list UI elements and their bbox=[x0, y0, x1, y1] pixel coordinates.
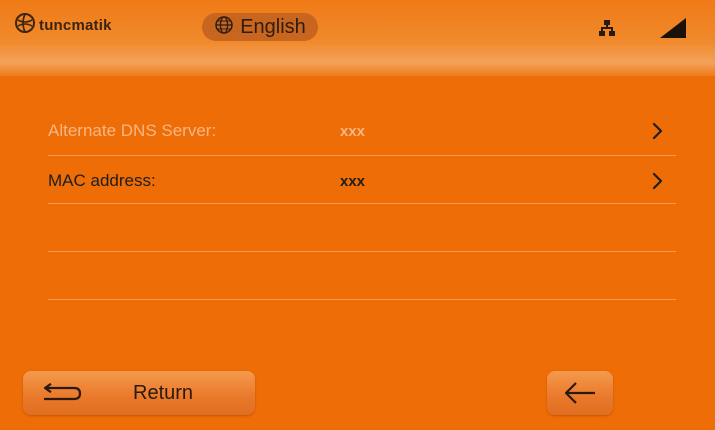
language-label: English bbox=[240, 15, 306, 38]
return-arrow-icon bbox=[40, 382, 84, 408]
chevron-right-icon bbox=[649, 169, 667, 193]
settings-row-empty bbox=[48, 255, 676, 303]
divider bbox=[48, 251, 676, 252]
chevron-right-icon bbox=[649, 119, 667, 143]
brand-name: tuncmatik bbox=[39, 16, 112, 34]
network-icon bbox=[599, 20, 615, 41]
status-bar: tuncmatik English bbox=[0, 0, 715, 76]
globe-logo-icon bbox=[14, 12, 36, 39]
left-arrow-icon bbox=[562, 381, 598, 410]
return-button[interactable]: Return bbox=[23, 371, 255, 415]
brand-logo: tuncmatik bbox=[14, 12, 112, 38]
settings-row-empty bbox=[48, 207, 676, 255]
settings-row-alternate-dns: Alternate DNS Server: xxx bbox=[48, 109, 676, 157]
settings-screen: tuncmatik English Alternate DNS Server: … bbox=[0, 0, 715, 430]
setting-label: Alternate DNS Server: bbox=[48, 121, 217, 140]
setting-value: xxx bbox=[340, 123, 366, 140]
divider bbox=[48, 155, 676, 156]
setting-value: xxx bbox=[340, 173, 366, 190]
language-selector[interactable]: English bbox=[202, 13, 318, 41]
divider bbox=[48, 299, 676, 300]
divider bbox=[48, 203, 676, 204]
back-button[interactable] bbox=[547, 371, 613, 415]
return-button-label: Return bbox=[133, 382, 194, 404]
settings-row-mac-address[interactable]: MAC address: xxx bbox=[48, 159, 676, 207]
globe-icon bbox=[214, 15, 234, 40]
setting-label: MAC address: bbox=[48, 171, 156, 190]
signal-icon bbox=[660, 18, 686, 43]
